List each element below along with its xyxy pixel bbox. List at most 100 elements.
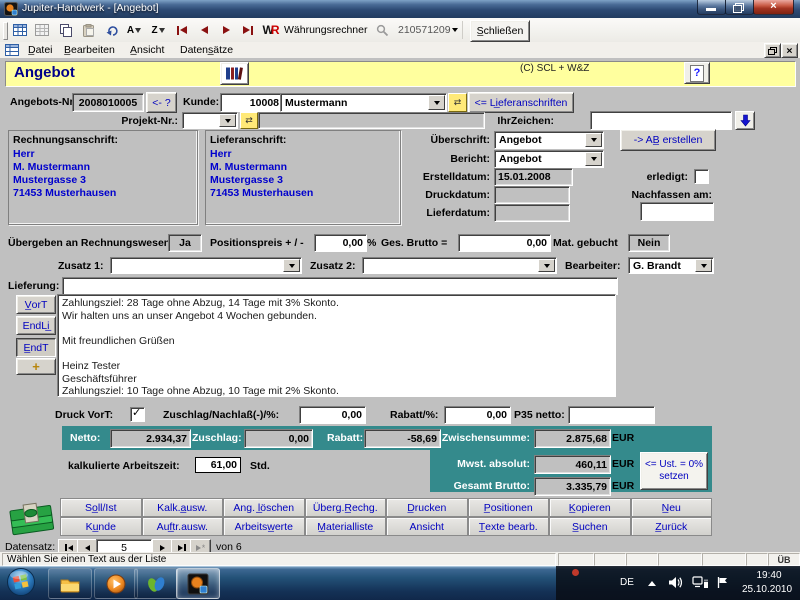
soll-ist-button[interactable]: So̲ll/Ist bbox=[60, 498, 142, 517]
copy-button[interactable] bbox=[56, 20, 76, 40]
zusatz2-combo[interactable] bbox=[362, 257, 557, 274]
mwst-field[interactable]: 460,11 bbox=[534, 455, 611, 474]
erledigt-checkbox[interactable] bbox=[694, 169, 709, 184]
endt-button[interactable]: E̲ndT bbox=[16, 338, 56, 357]
clock-date[interactable]: 25.10.2010 bbox=[736, 584, 798, 595]
suchen-button[interactable]: S̲uchen bbox=[549, 517, 631, 536]
lieferanschriften-button[interactable]: <= Li̲eferanschriften bbox=[468, 92, 574, 113]
record-id-value[interactable]: 210571209 bbox=[398, 24, 451, 36]
zuschlag-nachlass-field[interactable]: 0,00 bbox=[299, 406, 366, 424]
ihrzeichen-apply-button[interactable] bbox=[735, 111, 755, 130]
help-button[interactable]: ? bbox=[684, 62, 710, 84]
undo-button[interactable] bbox=[102, 20, 122, 40]
ueberschrift-dropdown-icon[interactable] bbox=[585, 133, 602, 147]
back-help-button[interactable]: <- ? bbox=[146, 92, 177, 113]
netto-field[interactable]: 2.934,37 bbox=[110, 429, 191, 448]
zusatz1-dropdown-icon[interactable] bbox=[283, 259, 300, 272]
record-id-dropdown-icon[interactable] bbox=[452, 28, 458, 32]
kalk-ausw-button[interactable]: Kalk.a̲usw. bbox=[142, 498, 224, 517]
zurueck-button[interactable]: Z̲urück bbox=[631, 517, 713, 536]
projekt-nr-combo[interactable] bbox=[182, 112, 238, 129]
ang-loeschen-button[interactable]: Ang. l̲öschen bbox=[223, 498, 305, 517]
mat-gebucht-field[interactable]: Nein bbox=[628, 234, 670, 252]
neu-button[interactable]: N̲eu bbox=[631, 498, 713, 517]
currency-calculator-button[interactable]: Währungsrechner bbox=[284, 24, 367, 36]
previous-record-button[interactable] bbox=[194, 20, 214, 40]
projekt-link-button[interactable] bbox=[240, 112, 258, 129]
close-button[interactable]: × bbox=[753, 0, 794, 15]
vort-button[interactable]: V̲orT bbox=[16, 295, 56, 314]
network-icon[interactable] bbox=[692, 576, 709, 589]
paste-button[interactable] bbox=[78, 20, 98, 40]
ueberg-rechg-button[interactable]: Überg.R̲echg. bbox=[305, 498, 387, 517]
zwischensumme-field[interactable]: 2.875,68 bbox=[534, 429, 611, 448]
zuschlag-field[interactable]: 0,00 bbox=[244, 429, 313, 448]
materialliste-button[interactable]: M̲aterialliste bbox=[305, 517, 387, 536]
start-button[interactable] bbox=[6, 567, 36, 597]
auftr-ausw-button[interactable]: Auf̲tr.ausw. bbox=[142, 517, 224, 536]
menu-bearbeiten[interactable]: B̲earbeiten bbox=[60, 43, 119, 57]
volume-icon[interactable] bbox=[668, 576, 683, 589]
ansicht-button[interactable]: Ansicht bbox=[386, 517, 468, 536]
schliessen-button[interactable]: S̲chließen bbox=[470, 20, 530, 42]
taskbar-explorer-button[interactable] bbox=[48, 568, 92, 599]
menu-ansicht[interactable]: A̲nsicht bbox=[126, 43, 168, 57]
last-record-button[interactable] bbox=[238, 20, 258, 40]
ab-erstellen-button[interactable]: -> AB̲ erstellen bbox=[620, 129, 716, 151]
nachfassen-input[interactable] bbox=[640, 202, 714, 221]
endli-button[interactable]: EndLi̲ bbox=[16, 316, 56, 335]
bericht-dropdown-icon[interactable] bbox=[585, 152, 602, 166]
lieferdatum-field[interactable] bbox=[494, 204, 570, 222]
kunde-button[interactable]: Ku̲nde bbox=[60, 517, 142, 536]
ust-null-button[interactable]: <= Ust. = 0% setzen bbox=[640, 452, 708, 490]
search-button[interactable] bbox=[372, 20, 392, 40]
action-center-flag-icon[interactable] bbox=[716, 576, 729, 589]
zusatz1-combo[interactable] bbox=[110, 257, 302, 274]
positionen-button[interactable]: P̲ositionen bbox=[468, 498, 550, 517]
taskbar-jupiter-button[interactable] bbox=[176, 568, 220, 599]
ges-brutto-field[interactable]: 0,00 bbox=[458, 234, 551, 252]
kopieren-button[interactable]: K̲opieren bbox=[549, 498, 631, 517]
kunde-nr-field[interactable]: 10008 bbox=[220, 93, 283, 112]
ihrzeichen-input[interactable] bbox=[590, 111, 732, 130]
sort-descending-button[interactable]: Z bbox=[148, 20, 168, 40]
positionspreis-field[interactable]: 0,00 bbox=[314, 234, 367, 252]
mdi-close-button[interactable]: × bbox=[781, 43, 798, 58]
bericht-combo[interactable]: Angebot bbox=[494, 150, 604, 168]
grid-view-button[interactable] bbox=[32, 20, 52, 40]
projekt-name-field[interactable] bbox=[258, 112, 485, 129]
drucken-button[interactable]: D̲rucken bbox=[386, 498, 468, 517]
restore-button[interactable] bbox=[725, 0, 754, 15]
mdi-restore-button[interactable] bbox=[764, 43, 781, 58]
toolbar-handle[interactable] bbox=[3, 22, 8, 40]
uebergeben-field[interactable]: Ja bbox=[168, 234, 202, 252]
druckdatum-field[interactable] bbox=[494, 186, 570, 204]
zusatz2-dropdown-icon[interactable] bbox=[538, 259, 555, 272]
taskbar-messenger-button[interactable] bbox=[134, 568, 178, 599]
datasheet-view-button[interactable] bbox=[10, 20, 30, 40]
menu-datei[interactable]: D̲atei bbox=[24, 43, 57, 57]
bearbeiter-dropdown-icon[interactable] bbox=[695, 259, 712, 272]
menu-datensaetze[interactable]: Datens̲ätze bbox=[176, 43, 237, 57]
arbeitswerte-button[interactable]: Arbeitsw̲erte bbox=[223, 517, 305, 536]
kunde-swap-button[interactable] bbox=[448, 93, 467, 112]
druck-vort-checkbox[interactable] bbox=[130, 407, 145, 422]
show-hidden-icons-button[interactable] bbox=[648, 581, 656, 586]
ueberschrift-combo[interactable]: Angebot bbox=[494, 131, 604, 149]
lieferung-input[interactable] bbox=[62, 277, 618, 295]
add-text-button[interactable]: + bbox=[16, 358, 56, 375]
next-record-button[interactable] bbox=[216, 20, 236, 40]
gesamt-brutto-field[interactable]: 3.335,79 bbox=[534, 477, 611, 496]
language-indicator[interactable]: DE bbox=[620, 577, 634, 588]
arbeitszeit-field[interactable]: 61,00 bbox=[195, 457, 241, 473]
kunde-combo[interactable]: Mustermann bbox=[280, 93, 447, 112]
reports-button[interactable] bbox=[220, 62, 249, 85]
first-record-button[interactable] bbox=[172, 20, 192, 40]
bearbeiter-combo[interactable]: G. Brandt bbox=[628, 257, 714, 274]
rabatt-field[interactable]: -58,69 bbox=[364, 429, 441, 448]
note-textarea[interactable]: Zahlungsziel: 28 Tage ohne Abzug, 14 Tag… bbox=[57, 294, 616, 397]
erstelldatum-field[interactable]: 15.01.2008 bbox=[494, 168, 573, 186]
sort-ascending-button[interactable]: A bbox=[124, 20, 144, 40]
texte-bearb-button[interactable]: T̲exte bearb. bbox=[468, 517, 550, 536]
p35-netto-field[interactable] bbox=[568, 406, 655, 424]
